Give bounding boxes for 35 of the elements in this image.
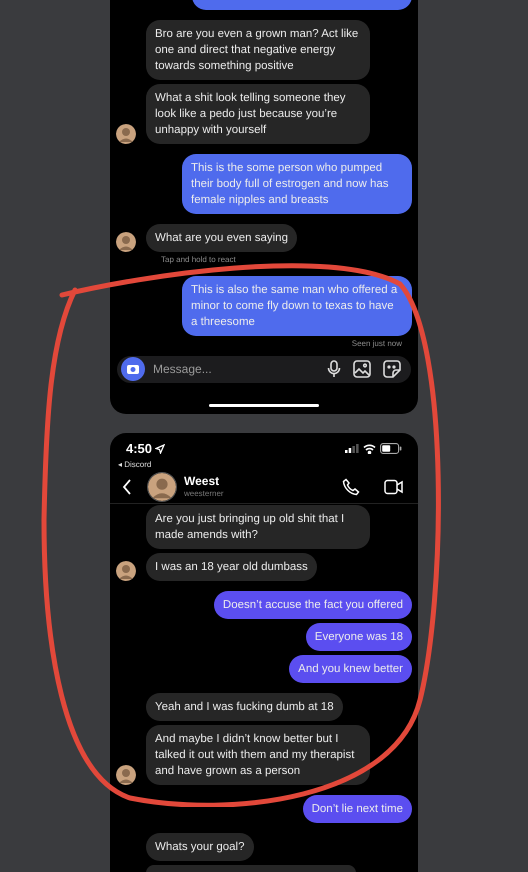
- contact-name[interactable]: Weest: [184, 474, 334, 490]
- message-bubble: This is the some person who pumped their body full of estrogen and now has female nipples and breasts: [182, 154, 412, 214]
- message-field[interactable]: Message...: [117, 356, 411, 383]
- message-bubble: Yeah and I was fucking dumb at 18: [146, 693, 343, 721]
- message-bubble: What are you even saying: [146, 224, 297, 252]
- message-bubble: And you knew better: [289, 655, 412, 683]
- message-note: Seen just now: [352, 338, 403, 350]
- message-bubble: Don’t lie next time: [302, 795, 412, 823]
- microphone-icon[interactable]: [327, 360, 341, 378]
- message-bubble: Bro are you even a grown man? Act like one and direct that negative energy towards something positive: [146, 20, 370, 80]
- message-bubble: Doesn’t accuse the fact you offered: [214, 591, 412, 619]
- message-input[interactable]: Message...: [153, 360, 319, 378]
- image-icon[interactable]: [353, 360, 371, 378]
- camera-icon[interactable]: [121, 357, 145, 382]
- sticker-icon[interactable]: [383, 360, 401, 378]
- message-bubble: And maybe I didn’t know better but I talked it out with them and my therapist and have grown as a person: [146, 725, 370, 785]
- message-bubble: I was an 18 year old dumbass: [146, 553, 317, 581]
- video-icon[interactable]: [384, 478, 404, 495]
- message-note: Tap and hold to react: [160, 254, 237, 266]
- contact-username: weesterner: [184, 489, 225, 500]
- message-bubble: Everyone was 18: [306, 623, 412, 651]
- battery-icon: [380, 443, 402, 454]
- back-to-app-link[interactable]: ◂ Discord: [118, 458, 166, 470]
- message-bubble: Are you just bringing up old shit that I made amends with?: [146, 505, 370, 549]
- signal-icon: [345, 444, 359, 453]
- location-arrow-icon: [155, 444, 166, 454]
- phone-icon[interactable]: [342, 478, 360, 496]
- message-bubble: What a shit look telling someone they look like a pedo just because you’re unhappy with yourself: [146, 84, 370, 144]
- wifi-icon: [363, 444, 376, 454]
- avatar-icon: [148, 472, 176, 501]
- message-bubble: Whats your goal?: [146, 833, 254, 861]
- status-time: 4:50: [126, 440, 152, 458]
- message-bubble: This is also the same man who offered a minor to come fly down to texas to have a threesome: [182, 276, 412, 336]
- home-indicator[interactable]: [209, 404, 319, 407]
- back-icon[interactable]: [122, 478, 132, 495]
